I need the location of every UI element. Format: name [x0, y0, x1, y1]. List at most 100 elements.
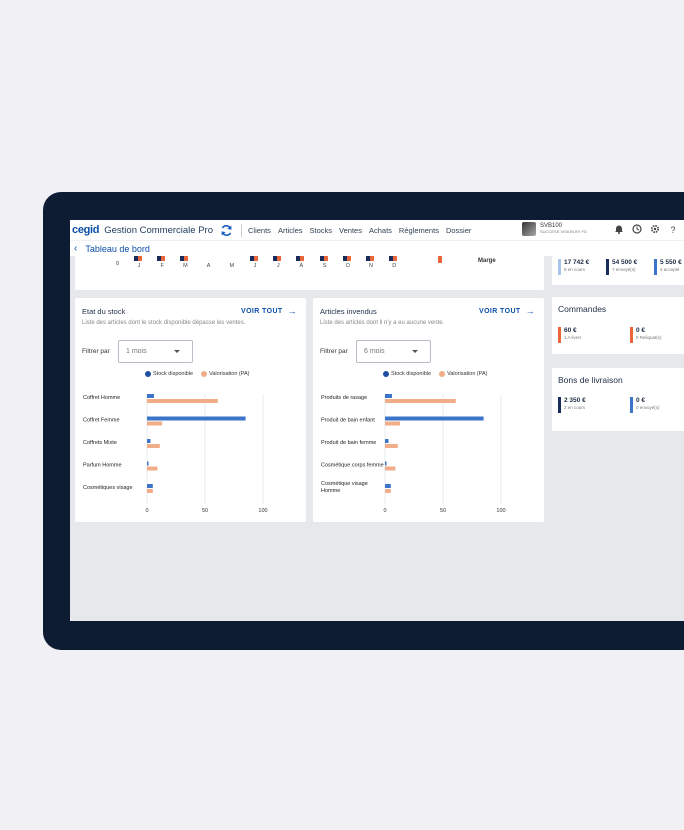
- month-tick-label: N: [369, 263, 373, 269]
- stock-voir-tout-link[interactable]: VOIR TOUT →: [241, 306, 297, 316]
- month-tick-label: A: [299, 263, 304, 269]
- kpi-value: 0 €: [636, 327, 646, 334]
- legend-stock-dot: [383, 371, 389, 377]
- bar-stock-disponible: [147, 484, 153, 488]
- bar-stock-disponible: [385, 461, 387, 466]
- kpi-bar: [654, 259, 657, 275]
- nav-clients[interactable]: Clients: [248, 226, 271, 235]
- kpi-label: 0 Reliquat(s): [636, 335, 662, 340]
- stock-period-select[interactable]: 1 mois: [118, 340, 193, 363]
- voir-tout-label: VOIR TOUT: [241, 307, 283, 315]
- stock-panel-description: Liste des articles dont le stock disponi…: [82, 320, 246, 326]
- category-label: Cosmétique corps femme: [321, 463, 384, 469]
- unsold-period-value: 6 mois: [364, 348, 385, 355]
- bar-valorisation: [147, 489, 153, 493]
- unsold-period-select[interactable]: 6 mois: [356, 340, 431, 363]
- unsold-chart: 0 50 100 Produits de rasage Produit de bain …: [313, 386, 544, 516]
- category-label: Produit de bain femme: [321, 440, 376, 446]
- kpi-bar: [630, 327, 633, 343]
- nav-dossier[interactable]: Dossier: [446, 226, 471, 235]
- kpi-devis-envoyes: 54 500 €7 envoyé(s): [606, 259, 637, 275]
- bell-icon[interactable]: [613, 224, 625, 236]
- gear-icon[interactable]: [649, 224, 661, 236]
- kpi-bl-envoyes: 0 €0 envoyé(s): [630, 397, 660, 413]
- bar-stock-disponible: [147, 439, 151, 443]
- nav-reglements[interactable]: Règlements: [399, 226, 439, 235]
- bar-valorisation: [147, 466, 158, 471]
- legend-valorisation-label: Valorisation (PA): [209, 371, 250, 377]
- arrow-right-icon: →: [525, 306, 535, 316]
- kpi-label: 4 accepté: [660, 267, 680, 272]
- header-divider: [241, 223, 242, 237]
- bar-valorisation: [147, 399, 218, 403]
- kpi-commandes-reliquats: 0 €0 Reliquat(s): [630, 327, 662, 343]
- bar-stock-disponible: [385, 484, 391, 488]
- kpi-label: 0 envoyé(s): [636, 405, 660, 410]
- category-label: Coffret Femme: [83, 418, 120, 424]
- month-bar-marge: [254, 256, 258, 261]
- help-icon[interactable]: ?: [667, 224, 679, 236]
- category-label: Produit de bain enfant: [321, 418, 375, 424]
- main-nav: Clients Articles Stocks Ventes Achats Rè…: [248, 226, 478, 235]
- avatar: [522, 222, 536, 236]
- sales-chart-strip: 0 Marge J F M A M J J A S O N D: [75, 256, 544, 290]
- month-bar-marge: [138, 256, 142, 261]
- bar-stock-disponible: [147, 461, 149, 466]
- stock-chart: 0 50 100 Coffret Homme Coffret Femme Coffrets…: [75, 386, 306, 516]
- voir-tout-label: VOIR TOUT: [479, 307, 521, 315]
- filter-label: Filtrer par: [320, 348, 348, 355]
- kpi-devis-en-cours: 17 742 €5 en cours: [558, 259, 589, 275]
- x-tick-label: 100: [496, 508, 505, 514]
- legend-valorisation-dot: [201, 371, 208, 377]
- marge-legend-swatch: [438, 256, 442, 263]
- back-chevron-icon[interactable]: ‹: [74, 243, 77, 254]
- bons-livraison-card[interactable]: Bons de livraison 2 350 €2 en cours 0 €0…: [552, 368, 684, 431]
- kpi-label: 1 A livrer: [564, 335, 582, 340]
- category-label: Produits de rasage: [321, 395, 367, 401]
- kpi-bl-en-cours: 2 350 €2 en cours: [558, 397, 586, 413]
- month-bar-marge: [161, 256, 166, 261]
- kpi-value: 5 550 €: [660, 259, 682, 266]
- marge-legend: Marge: [478, 258, 496, 264]
- user-menu[interactable]: SVB100 SUCCESS VISION BY FD: [522, 222, 587, 236]
- cegid-logo[interactable]: cegid: [72, 224, 100, 236]
- kpi-label: 2 en cours: [564, 405, 586, 410]
- nav-ventes[interactable]: Ventes: [339, 226, 362, 235]
- bar-valorisation: [147, 444, 160, 448]
- x-tick-label: 0: [383, 508, 386, 514]
- x-tick-label: 0: [145, 508, 148, 514]
- stock-panel-title: Etat du stock: [82, 307, 126, 316]
- nav-achats[interactable]: Achats: [369, 226, 392, 235]
- commandes-title: Commandes: [558, 304, 607, 314]
- clock-icon[interactable]: [631, 224, 643, 236]
- devis-summary-card[interactable]: 17 742 €5 en cours 54 500 €7 envoyé(s) 5…: [552, 256, 684, 285]
- bar-valorisation: [385, 399, 456, 403]
- kpi-devis-acceptes: 5 550 €4 accepté: [654, 259, 682, 275]
- arrow-right-icon: →: [287, 306, 297, 316]
- bar-stock-disponible: [147, 394, 154, 398]
- category-label: Cosmétiques visage: [83, 485, 133, 491]
- unsold-panel-description: Liste des articles dont il n'y a eu aucu…: [320, 320, 445, 326]
- nav-articles[interactable]: Articles: [278, 226, 303, 235]
- month-tick-label: S: [322, 263, 327, 269]
- category-label: Cosmétique visage Homme: [321, 481, 368, 494]
- month-tick-label: J: [276, 263, 280, 269]
- category-label: Parfum Homme: [83, 463, 122, 469]
- chart-legend: Stock disponible Valorisation (PA): [383, 371, 496, 377]
- commandes-card[interactable]: Commandes 60 €1 A livrer 0 €0 Reliquat(s…: [552, 297, 684, 354]
- bar-valorisation: [385, 444, 398, 448]
- caret-down-icon: [412, 350, 418, 353]
- kpi-value: 17 742 €: [564, 259, 590, 266]
- nav-stocks[interactable]: Stocks: [310, 226, 333, 235]
- legend-valorisation-label: Valorisation (PA): [447, 371, 488, 377]
- kpi-value: 60 €: [564, 327, 577, 334]
- unsold-voir-tout-link[interactable]: VOIR TOUT →: [479, 306, 535, 316]
- bar-stock-disponible: [385, 394, 392, 398]
- bar-valorisation: [147, 421, 163, 426]
- top-bar: cegid Gestion Commerciale Pro Clients Ar…: [70, 220, 684, 240]
- month-tick-label: O: [345, 263, 350, 269]
- refresh-icon[interactable]: [220, 224, 233, 237]
- axis-zero-label: 0: [116, 261, 120, 267]
- month-bar-marge: [370, 256, 374, 261]
- month-bar-marge: [277, 256, 282, 261]
